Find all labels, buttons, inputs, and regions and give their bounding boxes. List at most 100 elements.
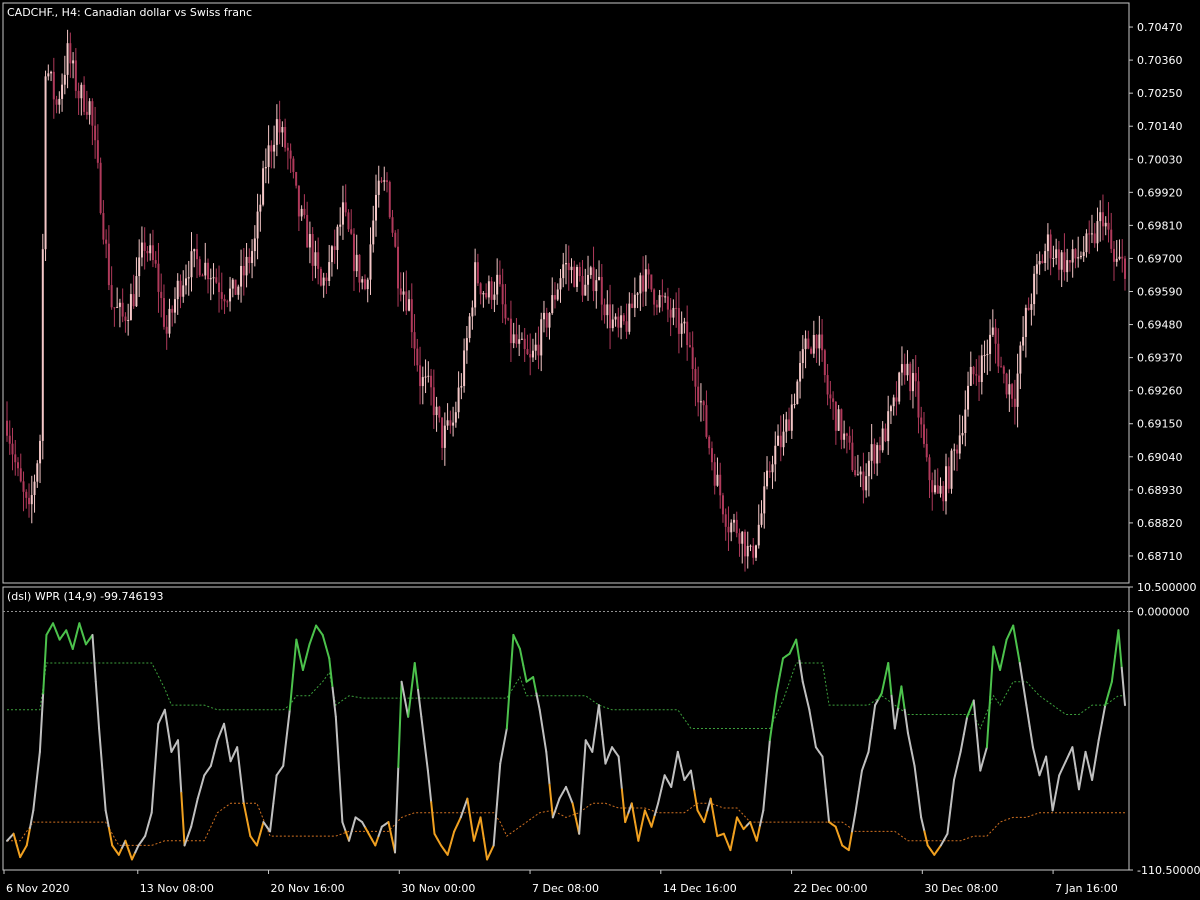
candle-body [933, 485, 936, 493]
candle [967, 371, 970, 417]
candle-body [319, 268, 322, 286]
candle-body [746, 545, 749, 557]
candle-body [633, 294, 636, 308]
wpr-segment [417, 688, 423, 718]
candle-body [672, 307, 675, 318]
wpr-segment [1110, 654, 1117, 683]
indicator-title: (dsl) WPR (14,9) -99.746193 [7, 590, 164, 603]
candle-body [553, 295, 556, 300]
candle-body [978, 375, 981, 382]
candle-body [438, 406, 441, 418]
candle-body [1060, 252, 1063, 270]
candle-body [793, 404, 796, 406]
candle [1101, 194, 1104, 241]
candle-body [196, 249, 199, 260]
candle-body [603, 304, 606, 316]
wpr-segment [565, 785, 571, 797]
candle [344, 184, 347, 217]
price-pane[interactable] [2, 2, 1130, 584]
candle-body [991, 327, 994, 335]
wpr-segment [482, 837, 489, 861]
wpr-segment [489, 844, 495, 854]
candle-body [666, 296, 669, 310]
candle [766, 456, 769, 490]
candle [611, 304, 614, 332]
wpr-segment [98, 727, 104, 771]
candle-body [190, 251, 193, 278]
candle-body [856, 474, 859, 476]
wpr-segment [916, 790, 923, 819]
candle [190, 232, 193, 292]
candle-body [1104, 222, 1107, 227]
wpr-segment [147, 811, 153, 826]
candle-body [911, 373, 914, 392]
candle [1104, 216, 1107, 236]
candle [732, 513, 735, 532]
candle [485, 283, 488, 300]
candle-body [300, 208, 303, 217]
wpr-segment [423, 742, 429, 772]
wpr-segment [200, 774, 206, 788]
candle [664, 292, 667, 303]
candle-body [314, 252, 317, 266]
wpr-segment [893, 706, 900, 730]
wpr-segment [581, 739, 587, 788]
candle-body [598, 276, 601, 281]
candle [154, 251, 157, 268]
wpr-segment [956, 750, 962, 767]
candle-body [989, 334, 992, 354]
candle-body [683, 321, 686, 324]
wpr-segment [436, 838, 443, 847]
candle-body [55, 99, 58, 105]
wpr-segment [1094, 739, 1100, 762]
candle-body [669, 309, 672, 318]
candle-body [914, 373, 917, 382]
candle [777, 424, 780, 446]
candle-body [193, 249, 196, 252]
candle [1071, 239, 1074, 278]
candle-body [234, 279, 237, 295]
candle [584, 268, 587, 296]
candle [567, 245, 570, 291]
indicator-pane[interactable] [2, 586, 1130, 871]
candle [374, 174, 377, 237]
candle [515, 318, 518, 348]
candle-body [410, 299, 413, 333]
candle [1011, 383, 1014, 408]
candle-body [644, 269, 647, 292]
candle-body [534, 344, 537, 351]
candle [69, 32, 72, 78]
candle [449, 410, 452, 434]
candle-body [58, 98, 61, 105]
candle-body [694, 368, 697, 387]
candle-body [1066, 260, 1069, 273]
candle-body [251, 251, 254, 264]
candle-body [925, 443, 928, 458]
trading-chart[interactable]: 0.70470 0.70360 0.70250 0.70140 0.70030 0.699… [0, 0, 1200, 900]
candle [25, 489, 28, 509]
candle-body [636, 293, 639, 295]
price-pane-frame [2, 2, 1130, 584]
wpr-segment [78, 622, 84, 635]
candle [17, 457, 20, 477]
wpr-segment [153, 722, 160, 770]
candle [738, 528, 741, 557]
wpr-segment [617, 755, 623, 791]
candle-body [157, 263, 160, 292]
wpr-segment [91, 633, 97, 683]
candle [278, 100, 281, 145]
wpr-segment [430, 801, 436, 835]
candle-body [363, 279, 366, 290]
candle [91, 98, 94, 146]
candle-body [760, 513, 763, 525]
time-tick-label: 13 Nov 08:00 [140, 882, 214, 895]
candle [523, 327, 526, 362]
candle [719, 462, 722, 509]
candle-body [936, 485, 939, 494]
candle [237, 284, 240, 300]
wpr-segment [676, 750, 683, 767]
candle-body [807, 338, 810, 349]
time-axis: 6 Nov 2020 13 Nov 08:00 20 Nov 16:00 30 Nov… [3, 870, 1118, 895]
wpr-segment [32, 780, 38, 812]
candle-body [578, 266, 581, 276]
